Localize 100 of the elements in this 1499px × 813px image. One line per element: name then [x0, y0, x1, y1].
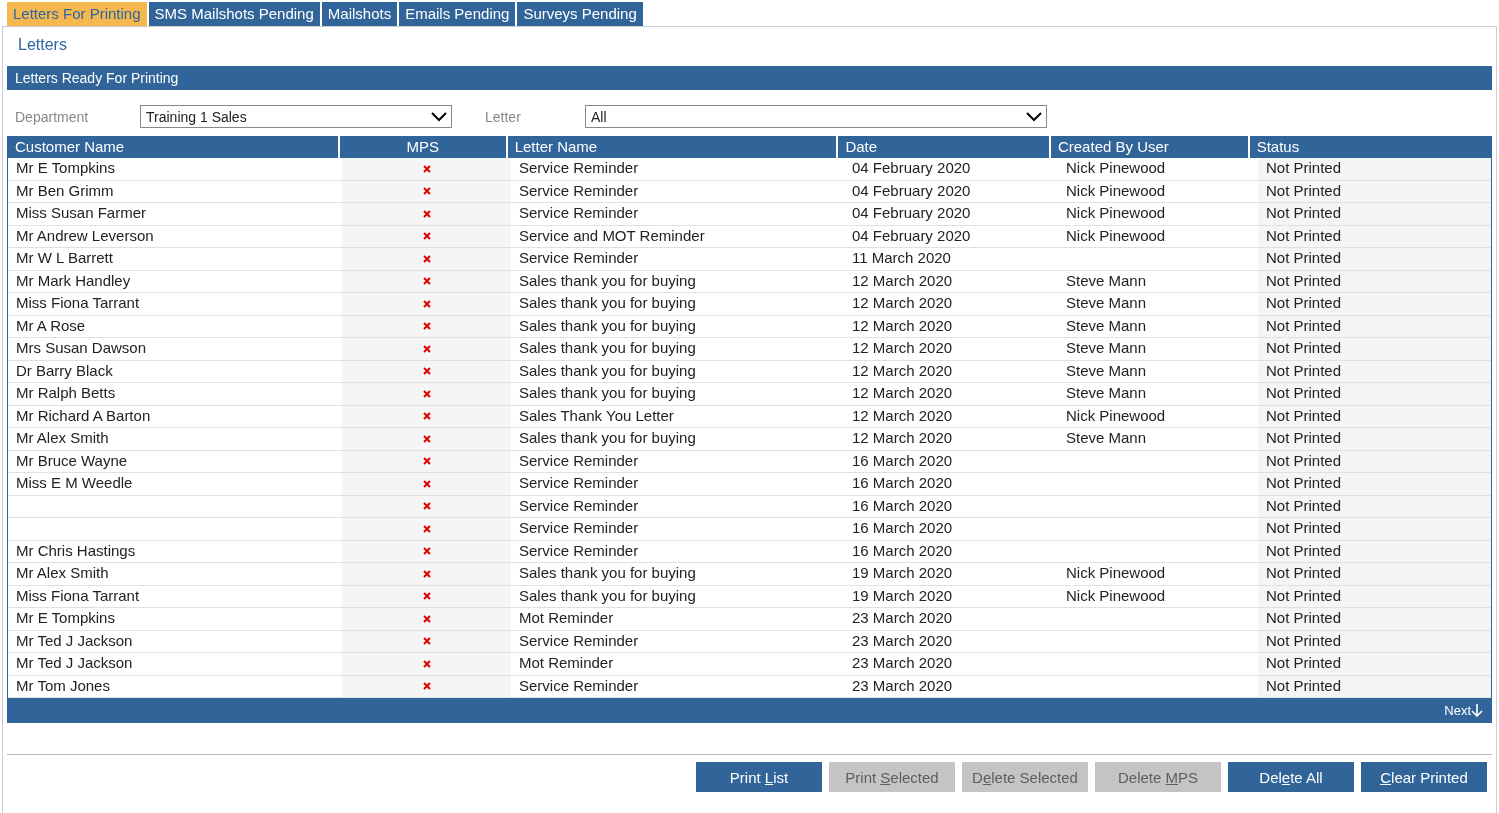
table-cell: 23 March 2020 [852, 631, 953, 649]
table-cell: Service Reminder [519, 451, 639, 469]
table-cell: 12 March 2020 [852, 384, 953, 401]
column-header[interactable]: Customer Name [8, 136, 340, 158]
table-cell: Miss E M Weedle [16, 474, 133, 491]
table-cell: Nick Pinewood [1066, 586, 1166, 604]
table-cell: Not Printed [1266, 541, 1342, 559]
table-cell: Not Printed [1266, 384, 1342, 401]
table-cell: 16 March 2020 [852, 474, 953, 491]
table-cell: Not Printed [1266, 406, 1342, 424]
table-cell: Not Printed [1266, 226, 1342, 244]
table-cell: Mr Bruce Wayne [16, 451, 128, 469]
table-cell: Not Printed [1266, 294, 1342, 311]
table-cell: Mr Alex Smith [16, 564, 109, 581]
tab[interactable]: Letters For Printing [7, 2, 147, 26]
action-button[interactable]: Print List [696, 762, 822, 792]
table-cell: 19 March 2020 [852, 586, 953, 604]
table-cell: Mr E Tompkins [16, 159, 115, 176]
action-button[interactable]: Clear Printed [1361, 762, 1487, 792]
table-cell: 19 March 2020 [852, 564, 953, 581]
table-cell: Not Printed [1266, 361, 1342, 379]
tab[interactable]: Emails Pending [399, 2, 516, 26]
table-cell: Not Printed [1266, 586, 1342, 604]
column-header[interactable]: Created By User [1050, 136, 1250, 158]
table-cell: Nick Pinewood [1066, 204, 1166, 221]
tab[interactable]: SMS Mailshots Pending [148, 2, 320, 26]
table-cell: Nick Pinewood [1066, 406, 1166, 424]
table-cell: Not Printed [1266, 429, 1342, 446]
table-cell: Miss Fiona Tarrant [16, 294, 140, 311]
table-cell: Steve Mann [1066, 361, 1147, 379]
table-cell: Mr Ted J Jackson [16, 654, 133, 671]
table-cell: Mrs Susan Dawson [16, 339, 147, 356]
table-cell: Not Printed [1266, 519, 1342, 536]
table-cell: Service Reminder [519, 631, 639, 649]
table-cell: Sales thank you for buying [519, 339, 696, 356]
table-cell: Sales thank you for buying [519, 316, 696, 334]
table-cell: 16 March 2020 [852, 519, 953, 536]
table-cell: 12 March 2020 [852, 271, 953, 289]
chevron-icon [431, 111, 447, 122]
table-cell: 23 March 2020 [852, 609, 953, 626]
table-cell: Not Printed [1266, 159, 1342, 176]
table-cell: Not Printed [1266, 609, 1342, 626]
column-header[interactable]: Status [1249, 136, 1491, 158]
table-cell: Sales thank you for buying [519, 586, 696, 604]
table-cell: Steve Mann [1066, 384, 1147, 401]
table-cell: Sales thank you for buying [519, 361, 696, 379]
table-cell: Mr Ted J Jackson [16, 631, 133, 649]
table-cell: Service Reminder [519, 519, 639, 536]
tab[interactable]: Surveys Pending [517, 2, 643, 26]
table-cell: 12 March 2020 [852, 406, 953, 424]
table-cell: Not Printed [1266, 496, 1342, 514]
table-cell: Sales thank you for buying [519, 564, 696, 581]
table-cell: Not Printed [1266, 654, 1342, 671]
table-cell: Mr Tom Jones [16, 676, 110, 694]
dropdown-field[interactable]: Training 1 Sales [140, 105, 452, 128]
table-cell: 12 March 2020 [852, 429, 953, 446]
next-link[interactable]: Next [1444, 702, 1483, 718]
table-cell: Not Printed [1266, 631, 1342, 649]
table-cell: Mr Chris Hastings [16, 541, 136, 559]
dropdown-field[interactable]: All [585, 105, 1047, 128]
column-header[interactable]: Date [838, 136, 1051, 158]
table-cell: Mr Andrew Leverson [16, 226, 154, 244]
table-cell: 11 March 2020 [852, 249, 951, 266]
table-cell: Sales thank you for buying [519, 384, 696, 401]
table-cell: Not Printed [1266, 316, 1342, 334]
table-cell: Service Reminder [519, 474, 639, 491]
page-title: Letters [17, 35, 68, 55]
table-cell: Sales thank you for buying [519, 271, 696, 289]
chevron-icon [1026, 111, 1042, 122]
table-cell: Not Printed [1266, 474, 1342, 491]
table-cell: Service Reminder [519, 541, 639, 559]
table-cell: Mr Alex Smith [16, 429, 109, 446]
table-cell: Miss Fiona Tarrant [16, 586, 140, 604]
table-cell: 12 March 2020 [852, 294, 953, 311]
table-cell: 16 March 2020 [852, 451, 953, 469]
table-cell: Sales thank you for buying [519, 294, 696, 311]
tab[interactable]: Mailshots [321, 2, 398, 26]
filter-label: Department [15, 108, 90, 125]
table-cell: Not Printed [1266, 676, 1342, 694]
table-cell: Mr Ralph Betts [16, 384, 116, 401]
table-cell: 12 March 2020 [852, 339, 953, 356]
table-cell: Not Printed [1266, 271, 1342, 289]
action-button[interactable]: Delete All [1228, 762, 1354, 792]
filter-label: Letter [485, 108, 522, 125]
table-cell: Mot Reminder [519, 609, 614, 626]
table-cell: 16 March 2020 [852, 496, 953, 514]
table-cell: Steve Mann [1066, 429, 1147, 446]
table-cell: Service Reminder [519, 181, 639, 199]
table-cell: Mr W L Barrett [16, 249, 113, 266]
table-cell: Service Reminder [519, 496, 639, 514]
table-cell: Not Printed [1266, 564, 1342, 581]
table-cell: Miss Susan Farmer [16, 204, 147, 221]
table-cell: 04 February 2020 [852, 181, 971, 199]
table-cell: Service Reminder [519, 676, 639, 694]
table-cell: Service Reminder [519, 159, 639, 176]
table-cell: Steve Mann [1066, 271, 1147, 289]
table-cell: Sales thank you for buying [519, 429, 696, 446]
table-cell: 23 March 2020 [852, 654, 953, 671]
table-cell: Service and MOT Reminder [519, 226, 705, 244]
table-cell: Mr Ben Grimm [16, 181, 114, 199]
